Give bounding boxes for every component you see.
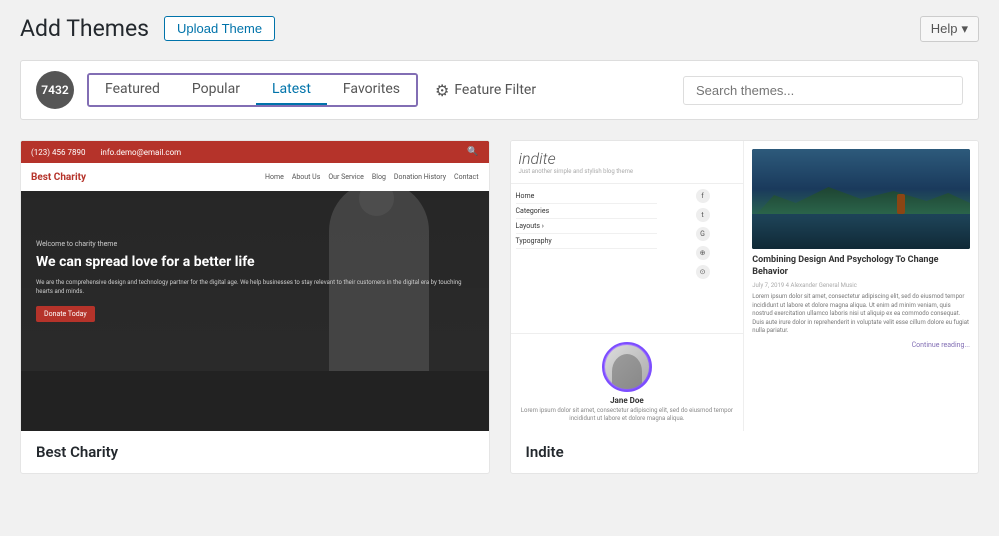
- page-title: Add Themes: [20, 15, 149, 42]
- indite-logo: indite: [519, 149, 736, 168]
- facebook-icon: f: [696, 189, 710, 203]
- help-button[interactable]: Help ▾: [920, 16, 979, 42]
- lake-water: [752, 214, 970, 249]
- charity-logo: Best Charity: [31, 172, 260, 183]
- nav-item-typography: Typography: [516, 234, 657, 249]
- charity-phone: (123) 456 7890: [31, 148, 85, 157]
- lake-scene: [752, 149, 970, 249]
- indite-right-panel: Combining Design And Psychology To Chang…: [744, 141, 978, 431]
- theme-info-best-charity: Best Charity: [21, 431, 489, 473]
- hero-text-small: Welcome to charity theme: [36, 240, 474, 248]
- nav-item-categories: Categories: [516, 204, 657, 219]
- charity-topbar: (123) 456 7890 info.demo@email.com 🔍: [21, 141, 489, 163]
- avatar-image: [605, 345, 649, 389]
- search-input[interactable]: [683, 76, 963, 105]
- tab-latest[interactable]: Latest: [256, 75, 327, 105]
- indite-post-title: Combining Design And Psychology To Chang…: [752, 255, 970, 278]
- indite-preview: indite Just another simple and stylish b…: [511, 141, 979, 431]
- chevron-down-icon: ▾: [961, 21, 968, 37]
- theme-name-best-charity: Best Charity: [36, 443, 118, 461]
- indite-post-image: [752, 149, 970, 249]
- tab-favorites[interactable]: Favorites: [327, 75, 416, 105]
- lake-mountains: [752, 179, 970, 219]
- hero-donate-btn: Donate Today: [36, 306, 95, 322]
- profile-name: Jane Doe: [610, 396, 644, 405]
- upload-theme-button[interactable]: Upload Theme: [164, 16, 275, 41]
- twitter-icon: t: [696, 208, 710, 222]
- theme-card-best-charity: (123) 456 7890 info.demo@email.com 🔍 Bes…: [20, 140, 490, 474]
- theme-info-indite: Indite: [511, 431, 979, 473]
- header-row: Add Themes Upload Theme Help ▾: [20, 15, 979, 42]
- nav-item-layouts: Layouts ›: [516, 219, 657, 234]
- nav-item-home: Home: [516, 189, 657, 204]
- indite-header: indite Just another simple and stylish b…: [511, 141, 744, 184]
- indite-nav: Home Categories Layouts › Typography: [511, 184, 662, 333]
- theme-count-badge: 7432: [36, 71, 74, 109]
- indite-profile: Jane Doe Lorem ipsum dolor sit amet, con…: [511, 333, 744, 431]
- indite-read-more: Continue reading...: [752, 341, 970, 349]
- indite-social: f t G ⊕ ⊙: [662, 184, 743, 333]
- tab-featured[interactable]: Featured: [89, 75, 176, 105]
- themes-grid: (123) 456 7890 info.demo@email.com 🔍 Bes…: [20, 140, 979, 474]
- google-icon: G: [696, 227, 710, 241]
- charity-email: info.demo@email.com: [100, 148, 181, 157]
- indite-subtitle: Just another simple and stylish blog the…: [519, 168, 736, 175]
- profile-avatar: [602, 342, 652, 392]
- help-label: Help: [931, 21, 958, 36]
- theme-card-indite: indite Just another simple and stylish b…: [510, 140, 980, 474]
- tab-popular[interactable]: Popular: [176, 75, 256, 105]
- hero-text-large: We can spread love for a better life: [36, 253, 474, 271]
- search-icon-charity: 🔍: [467, 147, 478, 157]
- indite-post-body: Lorem ipsum dolor sit amet, consectetur …: [752, 293, 970, 335]
- profile-desc: Lorem ipsum dolor sit amet, consectetur …: [519, 407, 736, 423]
- nav-bar: 7432 Featured Popular Latest Favorites ⚙…: [20, 60, 979, 120]
- hero-text-body: We are the comprehensive design and tech…: [36, 279, 474, 296]
- indite-left-panel: indite Just another simple and stylish b…: [511, 141, 745, 431]
- rss-icon: ⊕: [696, 246, 710, 260]
- charity-nav-links: Home About Us Our Service Blog Donation …: [265, 173, 479, 181]
- feature-filter-btn[interactable]: ⚙ Feature Filter: [423, 75, 548, 106]
- charity-preview: (123) 456 7890 info.demo@email.com 🔍 Bes…: [21, 141, 489, 431]
- theme-preview-best-charity: (123) 456 7890 info.demo@email.com 🔍 Bes…: [21, 141, 489, 431]
- indite-post-meta: July 7, 2019 4 Alexander General Music: [752, 282, 970, 289]
- theme-name-indite: Indite: [526, 443, 564, 461]
- indite-sidebar: Home Categories Layouts › Typography f t…: [511, 184, 744, 333]
- nav-tabs-group: Featured Popular Latest Favorites: [87, 73, 418, 107]
- charity-nav: Best Charity Home About Us Our Service B…: [21, 163, 489, 191]
- charity-hero: Welcome to charity theme We can spread l…: [21, 191, 489, 371]
- gear-icon: ⚙: [435, 81, 449, 100]
- page-wrapper: Add Themes Upload Theme Help ▾ 7432 Feat…: [0, 0, 999, 536]
- theme-preview-indite: indite Just another simple and stylish b…: [511, 141, 979, 431]
- feature-filter-label: Feature Filter: [454, 82, 536, 98]
- lake-person: [897, 194, 905, 214]
- github-icon: ⊙: [696, 265, 710, 279]
